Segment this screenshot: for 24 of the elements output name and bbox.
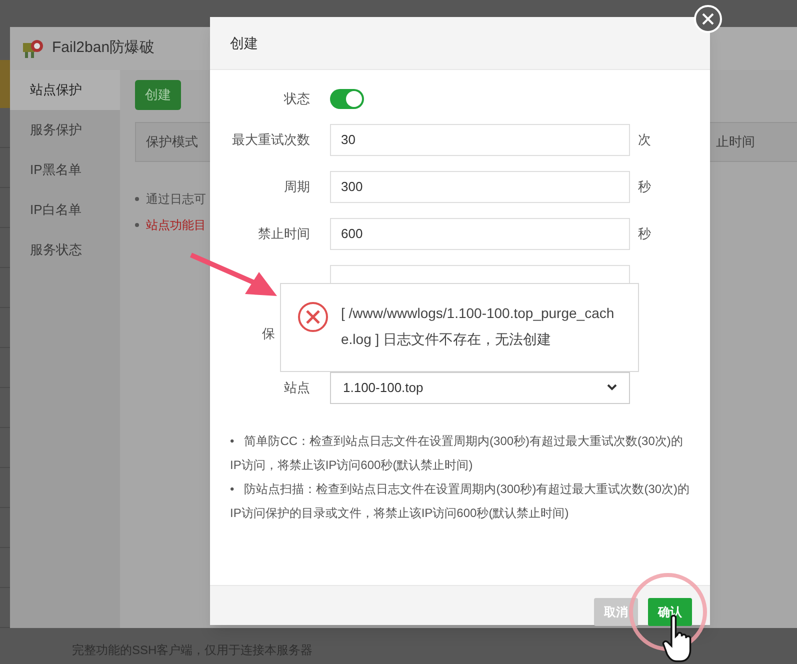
field-label: 站点 [284, 378, 310, 397]
note-text: • 简单防CC：检查到站点日志文件在设置周期内(300秒)有超过最大重试次数(30次)的IP访问，将禁止该IP访问600秒(默认禁止时间) [230, 433, 684, 474]
input-field[interactable]: 30 [330, 124, 630, 156]
field-label: 周期 [284, 178, 310, 196]
input-field[interactable]: 300 [330, 170, 630, 202]
app-title: Fail2ban防爆破 [52, 38, 155, 58]
toast-message: [ /www/wwwlogs/1.100-100.top_purge_cache.log ] 日志文件不存在，无法创建 [341, 304, 616, 349]
dialog-title: 创建 [230, 34, 258, 52]
site-select[interactable]: 1.100-100.top [330, 372, 630, 404]
field-label: 保 [262, 325, 275, 344]
note-text: 站点功能目 [146, 217, 206, 234]
note-text: • 防站点扫描：检查到站点日志文件在设置周期内(300秒)有超过最大重试次数(30次)的IP访问保护的目录或文件，将禁止该IP访问600秒(默认禁止时间) [230, 481, 691, 522]
create-button[interactable]: 创建 [135, 80, 181, 110]
unit-label: 秒 [638, 178, 651, 196]
sidebar-item[interactable]: 站点保护 [10, 70, 120, 110]
note-text: 通过日志可 [146, 191, 206, 208]
field-label: 最大重试次数 [232, 130, 310, 149]
input-field[interactable]: 600 [330, 218, 630, 250]
column-header: 保护模式 [146, 133, 198, 152]
field-label: 状态 [284, 90, 310, 108]
column-header: 止时间 [716, 133, 755, 152]
field-label: 禁止时间 [258, 224, 310, 243]
unit-label: 秒 [638, 224, 651, 243]
unit-label: 次 [638, 130, 651, 149]
